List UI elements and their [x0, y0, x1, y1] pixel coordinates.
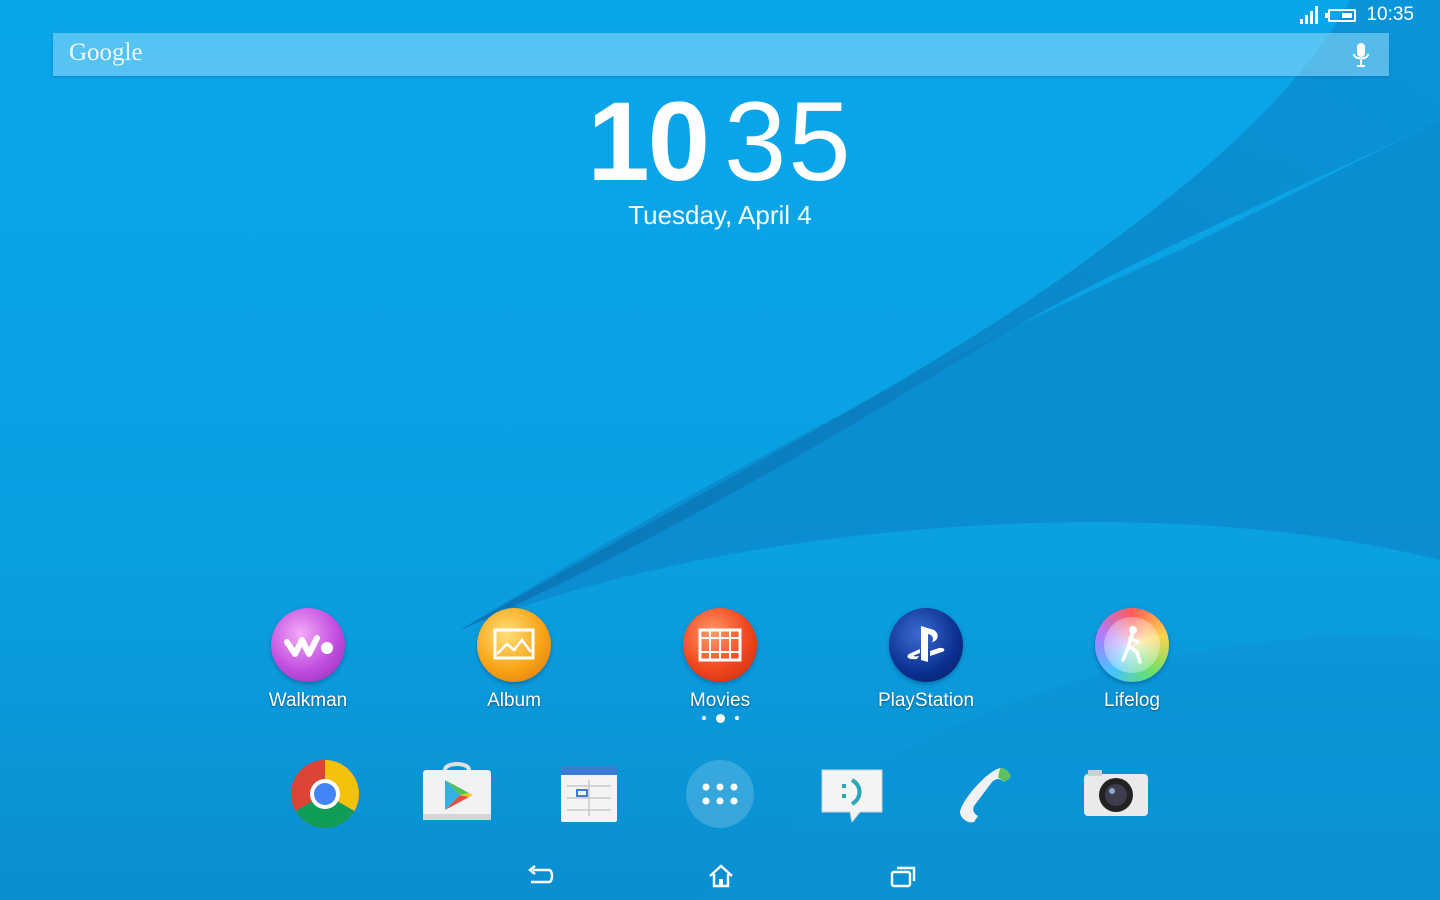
app-label: Walkman: [268, 690, 348, 711]
app-label: Lifelog: [1104, 690, 1160, 711]
microphone-icon[interactable]: [1351, 42, 1371, 68]
google-search-bar[interactable]: Google: [53, 33, 1389, 76]
phone-icon: [960, 768, 1011, 823]
page-dot-active: [715, 713, 725, 723]
dock-messaging[interactable]: [816, 758, 888, 830]
app-label: PlayStation: [877, 690, 975, 711]
app-walkman[interactable]: Walkman: [238, 608, 378, 712]
app-label: Movies: [689, 690, 751, 711]
status-time: 10:35: [1366, 4, 1414, 25]
clock-minutes: 35: [724, 79, 853, 204]
page-indicator: [0, 713, 1440, 723]
signal-strength-icon: [1300, 6, 1319, 24]
app-drawer-icon: [686, 760, 754, 828]
dock-phone[interactable]: [948, 758, 1020, 830]
clock-hours: 10: [587, 79, 710, 204]
movies-icon: [683, 608, 757, 682]
status-icons: 10:35: [1300, 3, 1414, 27]
dock-calendar[interactable]: [553, 758, 625, 830]
clock-widget[interactable]: 10 35: [0, 86, 1440, 198]
walkman-icon: [271, 608, 345, 682]
dock-play-store[interactable]: [421, 758, 493, 830]
navigation-bar: [0, 852, 1440, 900]
calendar-icon: [561, 766, 617, 822]
clock-date: Tuesday, April 4: [628, 200, 812, 230]
status-bar: 10:35: [0, 0, 1440, 30]
messaging-icon: [821, 769, 883, 824]
recent-apps-icon[interactable]: [888, 862, 918, 890]
app-label: Album: [487, 690, 541, 711]
page-dot: [701, 716, 706, 720]
playstation-icon: [889, 608, 963, 682]
back-icon[interactable]: [525, 862, 555, 890]
app-playstation[interactable]: PlayStation: [856, 608, 996, 712]
page-dot: [734, 716, 739, 720]
dock-camera[interactable]: [1080, 758, 1152, 830]
app-album[interactable]: Album: [444, 608, 584, 712]
app-movies[interactable]: Movies: [650, 608, 790, 712]
google-logo: Google: [69, 39, 143, 66]
battery-icon: [1325, 8, 1357, 22]
dock-app-drawer[interactable]: [684, 758, 756, 830]
chrome-icon: [291, 760, 359, 828]
album-icon: [477, 608, 551, 682]
play-store-icon: [423, 762, 491, 820]
lifelog-icon: [1095, 608, 1169, 682]
dock-chrome[interactable]: [289, 758, 361, 830]
app-lifelog[interactable]: Lifelog: [1062, 608, 1202, 712]
camera-icon: [1084, 770, 1148, 816]
home-icon[interactable]: [706, 862, 736, 890]
